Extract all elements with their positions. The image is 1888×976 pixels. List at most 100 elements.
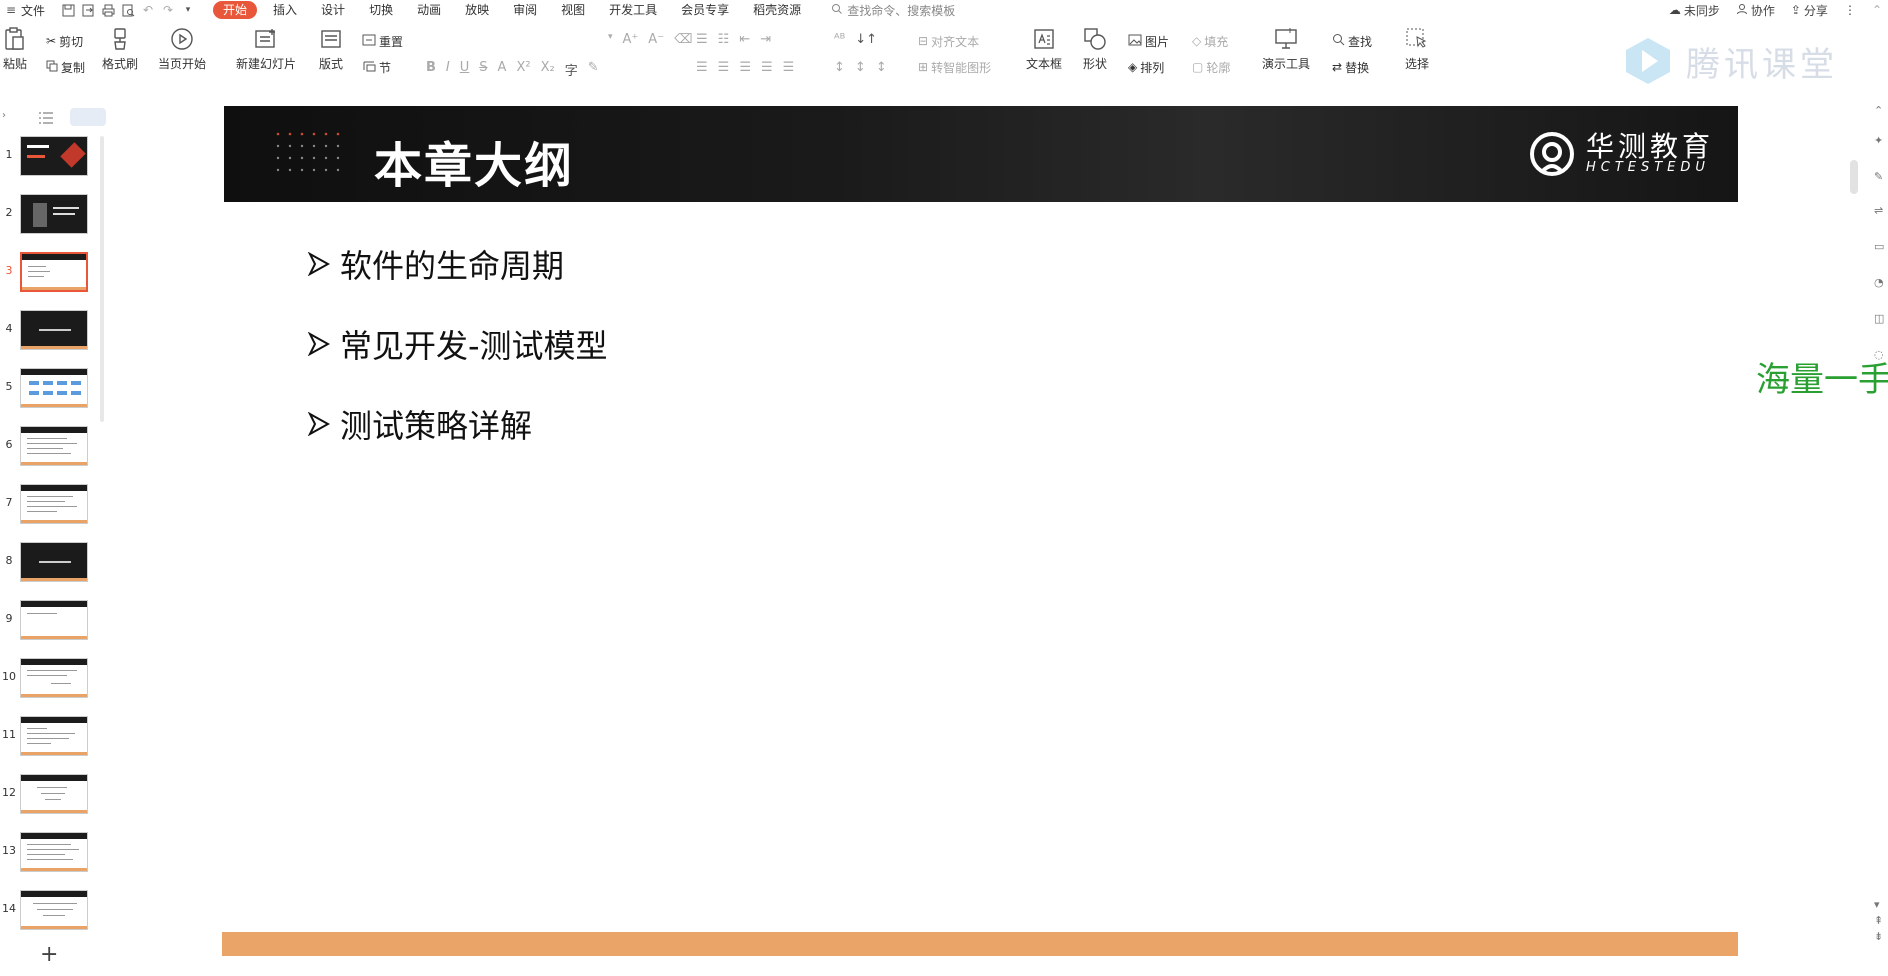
chevron-down-icon[interactable]: ▾: [181, 3, 195, 17]
command-search[interactable]: 查找命令、搜索模板: [831, 2, 955, 19]
textbox-button[interactable]: 文本框: [1026, 26, 1062, 72]
slide-thumbnail-row[interactable]: 4: [0, 310, 100, 354]
collapse-up-icon[interactable]: ⌃: [1874, 104, 1888, 118]
add-slide-icon[interactable]: +: [40, 944, 58, 966]
paragraph-spacing-icon[interactable]: ↕: [855, 60, 866, 75]
tab-slideshow[interactable]: 放映: [453, 0, 501, 20]
slide-thumbnail-row[interactable]: 3: [0, 252, 100, 296]
slide-thumbnail[interactable]: [20, 136, 88, 176]
slide-thumbnail-row[interactable]: 8: [0, 542, 100, 586]
format-painter-button[interactable]: 格式刷: [102, 26, 138, 72]
tab-view[interactable]: 视图: [549, 0, 597, 20]
slide-thumbnail[interactable]: [20, 310, 88, 350]
outline-item[interactable]: 测试策略详解: [308, 404, 608, 445]
slide-thumbnail-row[interactable]: 9: [0, 600, 100, 644]
collapse-ribbon-icon[interactable]: ⌃: [1872, 3, 1882, 17]
export-icon[interactable]: [81, 3, 95, 17]
paste-button[interactable]: 粘贴: [2, 26, 28, 72]
thumbnail-view-tab[interactable]: [70, 108, 106, 126]
strikethrough-icon[interactable]: S: [479, 60, 487, 79]
distribute-icon[interactable]: ☰: [783, 60, 795, 75]
slide-thumbnail-row[interactable]: 13: [0, 832, 100, 876]
underline-icon[interactable]: U: [460, 60, 470, 79]
slide-thumbnail-row[interactable]: 10: [0, 658, 100, 702]
prev-slide-icon[interactable]: ⇞: [1874, 914, 1888, 928]
slide-thumbnail[interactable]: [20, 600, 88, 640]
increase-indent-icon[interactable]: ⇥: [760, 32, 771, 47]
shape-button[interactable]: 形状: [1082, 26, 1108, 72]
start-from-current-button[interactable]: 当页开始: [158, 26, 206, 72]
subscript-icon[interactable]: X₂: [541, 60, 555, 79]
transition-icon[interactable]: ⇌: [1874, 204, 1888, 218]
save-icon[interactable]: [61, 3, 75, 17]
slide-thumbnail[interactable]: [20, 194, 88, 234]
collaborate-button[interactable]: 协作: [1736, 2, 1775, 19]
tab-member[interactable]: 会员专享: [669, 0, 741, 20]
shrink-font-icon[interactable]: A⁻: [648, 32, 664, 47]
justify-icon[interactable]: ☰: [761, 60, 773, 75]
design-icon[interactable]: ▭: [1874, 240, 1888, 254]
align-right-icon[interactable]: ☰: [739, 60, 751, 75]
outline-item[interactable]: 常见开发-测试模型: [308, 324, 608, 365]
font-color-icon[interactable]: A: [498, 60, 507, 79]
tab-insert[interactable]: 插入: [261, 0, 309, 20]
slide-thumbnail-row[interactable]: 5: [0, 368, 100, 412]
arrange-button[interactable]: ◈ 排列: [1128, 58, 1164, 76]
slide-thumbnail[interactable]: [20, 368, 88, 408]
bullet-list-icon[interactable]: ☰: [696, 32, 708, 47]
slide-thumbnail-row[interactable]: 11: [0, 716, 100, 760]
phonetic-icon[interactable]: 字: [565, 60, 578, 79]
slide-thumbnail[interactable]: [20, 832, 88, 872]
slide-thumbnail-row[interactable]: 2: [0, 194, 100, 238]
panel-collapse-icon[interactable]: ›: [2, 110, 6, 121]
sort-icon[interactable]: ↓↑: [855, 32, 877, 47]
slide-thumbnail[interactable]: [20, 542, 88, 582]
backup-icon[interactable]: ◫: [1874, 312, 1888, 326]
outline-item[interactable]: 软件的生命周期: [308, 244, 608, 285]
section-button[interactable]: 节: [362, 58, 391, 76]
share-button[interactable]: ⇪ 分享: [1791, 2, 1828, 19]
select-button[interactable]: 选择: [1404, 26, 1430, 72]
animation-pane-icon[interactable]: ✦: [1874, 134, 1888, 148]
slide-thumbnail-row[interactable]: 12: [0, 774, 100, 818]
file-menu[interactable]: ≡ 文件: [4, 2, 45, 19]
clear-format-icon[interactable]: ⌫: [674, 32, 692, 47]
decrease-indent-icon[interactable]: ⇤: [739, 32, 750, 47]
tab-animation[interactable]: 动画: [405, 0, 453, 20]
copy-button[interactable]: 复制: [46, 58, 85, 76]
superscript-icon[interactable]: X²: [516, 60, 530, 79]
help-icon[interactable]: ◔: [1874, 276, 1888, 290]
tab-review[interactable]: 审阅: [501, 0, 549, 20]
slide-thumbnail[interactable]: [20, 716, 88, 756]
slide-thumbnail-row[interactable]: 14: [0, 890, 100, 934]
tab-developer[interactable]: 开发工具: [597, 0, 669, 20]
column-spacing-icon[interactable]: ↕: [876, 60, 887, 75]
slide-thumbnail-row[interactable]: 7: [0, 484, 100, 528]
smart-shape-button[interactable]: ⊞ 转智能图形: [918, 58, 991, 76]
outline-view-tab[interactable]: [38, 110, 54, 124]
text-direction-icon[interactable]: ᴬᴮ: [834, 32, 845, 47]
slide-thumbnail[interactable]: [20, 774, 88, 814]
thumbnail-scrollbar[interactable]: [100, 136, 104, 422]
sync-status[interactable]: ☁ 未同步: [1669, 2, 1720, 19]
tab-design[interactable]: 设计: [309, 0, 357, 20]
align-left-icon[interactable]: ☰: [696, 60, 708, 75]
picture-button[interactable]: 图片: [1128, 32, 1169, 50]
scroll-up-icon[interactable]: ▾: [1874, 898, 1888, 912]
align-center-icon[interactable]: ☰: [718, 60, 730, 75]
replace-button[interactable]: ⇄ 替换: [1332, 58, 1369, 76]
outline-button[interactable]: ▢ 轮廓: [1192, 58, 1230, 76]
present-tools-button[interactable]: 演示工具: [1262, 26, 1310, 72]
slide-thumbnail-active[interactable]: [20, 252, 88, 292]
slide-thumbnail-row[interactable]: 1: [0, 136, 100, 180]
highlight-icon[interactable]: ✎: [588, 60, 599, 79]
line-spacing-icon[interactable]: ↕: [834, 60, 845, 75]
layout-button[interactable]: 版式: [318, 26, 344, 72]
tab-docer[interactable]: 稻壳资源: [741, 0, 813, 20]
pen-icon[interactable]: ✎: [1874, 170, 1888, 184]
grow-font-icon[interactable]: A⁺: [623, 32, 639, 47]
canvas-scrollbar[interactable]: [1850, 160, 1858, 194]
tab-home[interactable]: 开始: [213, 1, 258, 19]
slide-thumbnail[interactable]: [20, 658, 88, 698]
slide-thumbnail[interactable]: [20, 890, 88, 930]
